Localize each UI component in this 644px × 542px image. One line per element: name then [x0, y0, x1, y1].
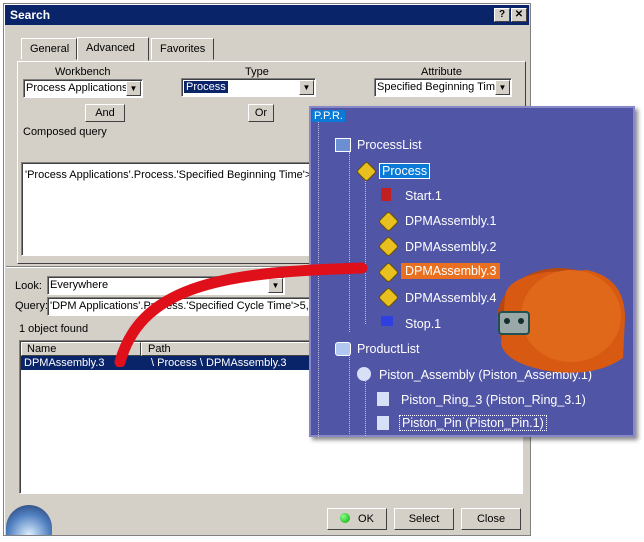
window-title: Search [10, 8, 51, 22]
process-list-icon [335, 138, 351, 152]
tree-item-dpmassembly-2[interactable]: DPMAssembly.2 [405, 240, 496, 254]
or-button[interactable]: Or [248, 104, 274, 122]
attribute-label: Attribute [421, 66, 462, 78]
title-bar: Search ? ✕ [5, 5, 529, 25]
composed-query-label: Composed query [23, 126, 107, 138]
tree-item-process[interactable]: Process [379, 163, 431, 179]
green-light-icon [340, 513, 351, 523]
stop-icon [381, 316, 393, 326]
tab-general[interactable]: General [21, 38, 77, 60]
callout-arrow [114, 262, 368, 367]
close-button[interactable]: Close [461, 508, 521, 530]
type-label: Type [245, 66, 269, 78]
tree-item-piston-pin[interactable]: Piston_Pin (Piston_Pin.1) [399, 415, 547, 431]
tree-item-dpmassembly-1[interactable]: DPMAssembly.1 [405, 214, 496, 228]
product-icon [357, 367, 371, 381]
found-count: 1 object found [19, 323, 89, 335]
type-select[interactable]: Process ▼ [181, 78, 316, 97]
tab-favorites[interactable]: Favorites [151, 38, 214, 60]
activity-icon [377, 261, 400, 284]
tree-item-start[interactable]: Start.1 [405, 189, 442, 203]
tree-line [365, 378, 366, 436]
activity-icon [377, 210, 400, 233]
close-window-button[interactable]: ✕ [511, 8, 527, 22]
ok-label: OK [358, 513, 374, 525]
tree-root[interactable]: P.P.R. [312, 110, 345, 122]
select-button[interactable]: Select [394, 508, 454, 530]
workbench-select[interactable]: Process Applications ▼ [23, 79, 143, 98]
row-name: DPMAssembly.3 [24, 357, 105, 369]
chevron-down-icon[interactable]: ▼ [126, 81, 141, 96]
tree-item-stop[interactable]: Stop.1 [405, 317, 441, 331]
activity-icon [377, 286, 400, 309]
chevron-down-icon[interactable]: ▼ [299, 80, 314, 95]
piston-model [497, 268, 625, 373]
composed-query-text: 'Process Applications'.Process.'Specifie… [25, 169, 318, 181]
part-icon [377, 416, 389, 430]
tab-advanced[interactable]: Advanced [77, 37, 149, 61]
look-value: Everywhere [50, 279, 109, 291]
chevron-down-icon[interactable]: ▼ [495, 80, 510, 95]
and-button[interactable]: And [85, 104, 125, 122]
workbench-label: Workbench [55, 66, 111, 78]
type-value: Process [184, 81, 228, 93]
ok-button[interactable]: OK [327, 508, 387, 530]
tree-item-dpmassembly-4[interactable]: DPMAssembly.4 [405, 291, 496, 305]
look-label: Look: [15, 280, 42, 292]
start-icon [381, 188, 391, 201]
process-icon [355, 160, 378, 183]
help-button[interactable]: ? [494, 8, 510, 22]
tree-item-dpmassembly-3[interactable]: DPMAssembly.3 [401, 263, 501, 279]
part-icon [377, 392, 389, 406]
workbench-value: Process Applications [26, 82, 128, 94]
attribute-select[interactable]: Specified Beginning Time ▼ [374, 78, 512, 97]
query-label: Query: [15, 300, 49, 312]
activity-icon [377, 235, 400, 258]
tree-item-processlist[interactable]: ProcessList [357, 138, 422, 152]
attribute-value: Specified Beginning Time [377, 81, 502, 93]
tree-item-piston-ring[interactable]: Piston_Ring_3 (Piston_Ring_3.1) [401, 393, 586, 407]
